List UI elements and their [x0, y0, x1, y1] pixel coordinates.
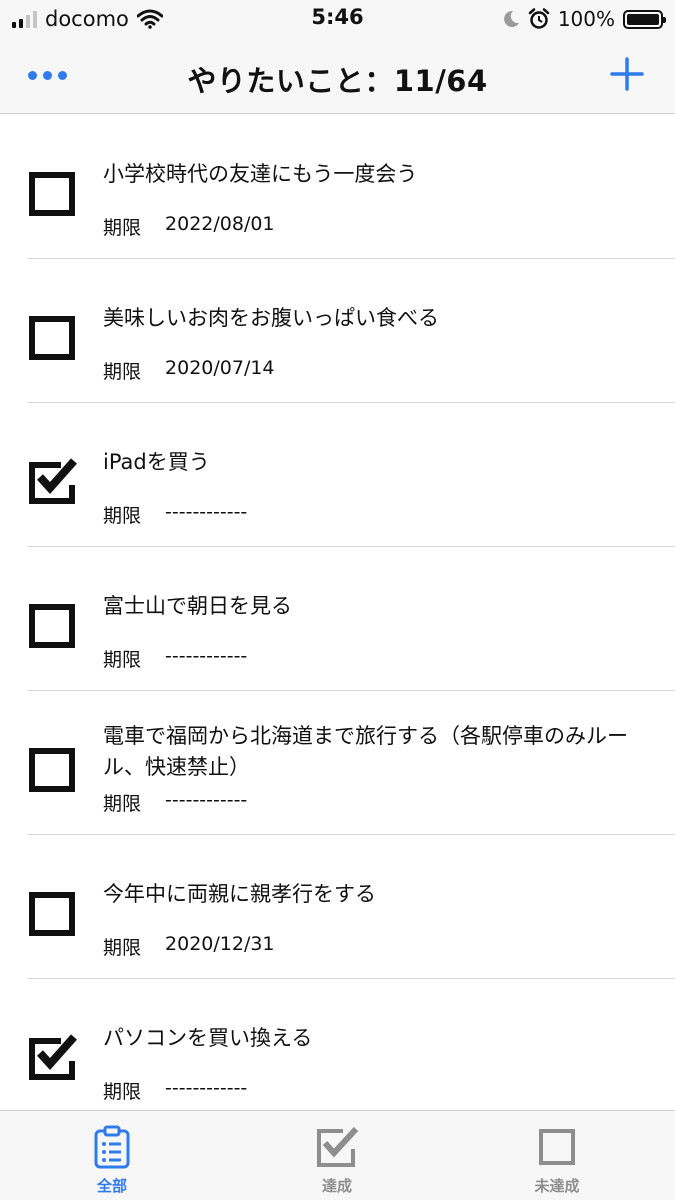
item-due: 期限 ------------	[103, 501, 247, 528]
alarm-icon	[528, 8, 550, 29]
page-title: やりたいこと：11/64	[187, 64, 488, 98]
wish-list: 小学校時代の友達にもう一度会う 期限 2022/08/01 美味しいお肉をお腹い…	[0, 115, 675, 1110]
status-right: 100%	[502, 6, 666, 32]
tab-label: 全部	[96, 1177, 127, 1195]
item-due: 期限 2020/12/31	[103, 933, 275, 960]
checkbox[interactable]	[28, 167, 78, 217]
checkbox-checked[interactable]	[28, 455, 78, 505]
list-item[interactable]: iPadを買う 期限 ------------	[0, 403, 675, 547]
battery-icon	[623, 9, 666, 29]
list-item[interactable]: 小学校時代の友達にもう一度会う 期限 2022/08/01	[0, 115, 675, 259]
item-title: iPadを買う	[103, 450, 210, 474]
checkbox[interactable]	[28, 887, 78, 937]
item-title: 今年中に両親に親孝行をする	[103, 882, 376, 906]
item-title: 富士山で朝日を見る	[103, 594, 292, 618]
list-item[interactable]: パソコンを買い換える 期限 ------------	[0, 979, 675, 1110]
tab-achieved[interactable]: 達成	[267, 1125, 407, 1196]
due-date: ------------	[165, 645, 248, 667]
empty-box-icon	[539, 1129, 575, 1165]
due-date: 2020/12/31	[165, 933, 275, 955]
item-title: パソコンを買い換える	[103, 1026, 313, 1050]
due-date: ------------	[165, 789, 248, 811]
item-due: 期限 ------------	[103, 1077, 247, 1104]
due-label: 期限	[103, 505, 142, 527]
checkbox[interactable]	[28, 599, 78, 649]
due-label: 期限	[103, 1081, 142, 1103]
due-label: 期限	[103, 937, 142, 959]
tab-not-achieved[interactable]: 未達成	[487, 1125, 627, 1196]
due-date: ------------	[165, 1077, 248, 1099]
item-title: 電車で福岡から北海道まで旅行する（各駅停車のみルール、快速禁止）	[103, 724, 628, 779]
item-title: 美味しいお肉をお腹いっぱい食べる	[103, 306, 439, 330]
checkbox[interactable]	[28, 743, 78, 793]
due-label: 期限	[103, 217, 142, 239]
due-label: 期限	[103, 649, 142, 671]
item-title: 小学校時代の友達にもう一度会う	[103, 162, 418, 186]
item-due: 期限 2022/08/01	[103, 213, 275, 240]
item-due: 期限 2020/07/14	[103, 357, 275, 384]
due-label: 期限	[103, 361, 142, 383]
tab-label: 達成	[321, 1177, 352, 1195]
checkbox-checked[interactable]	[28, 1031, 78, 1081]
tab-label: 未達成	[534, 1177, 580, 1195]
tab-bar: 全部 達成 未達成	[0, 1110, 675, 1200]
item-due: 期限 ------------	[103, 645, 247, 672]
due-date: 2020/07/14	[165, 357, 275, 379]
due-date: ------------	[165, 501, 248, 523]
checkbox[interactable]	[28, 311, 78, 361]
clipboard-list-icon	[94, 1125, 130, 1169]
due-label: 期限	[103, 793, 142, 815]
tab-all[interactable]: 全部	[42, 1125, 182, 1196]
list-item[interactable]: 電車で福岡から北海道まで旅行する（各駅停車のみルール、快速禁止） 期限 ----…	[0, 691, 675, 835]
item-due: 期限 ------------	[103, 789, 247, 816]
battery-percent: 100%	[557, 7, 615, 31]
moon-icon	[503, 10, 519, 27]
status-bar: docomo 5:46 100%	[0, 0, 675, 38]
nav-bar: やりたいこと：11/64	[0, 38, 675, 114]
list-item[interactable]: 美味しいお肉をお腹いっぱい食べる 期限 2020/07/14	[0, 259, 675, 403]
checked-box-icon	[317, 1126, 359, 1167]
list-item[interactable]: 富士山で朝日を見る 期限 ------------	[0, 547, 675, 691]
due-date: 2022/08/01	[165, 213, 275, 235]
add-item-button[interactable]	[609, 56, 645, 92]
list-item[interactable]: 今年中に両親に親孝行をする 期限 2020/12/31	[0, 835, 675, 979]
